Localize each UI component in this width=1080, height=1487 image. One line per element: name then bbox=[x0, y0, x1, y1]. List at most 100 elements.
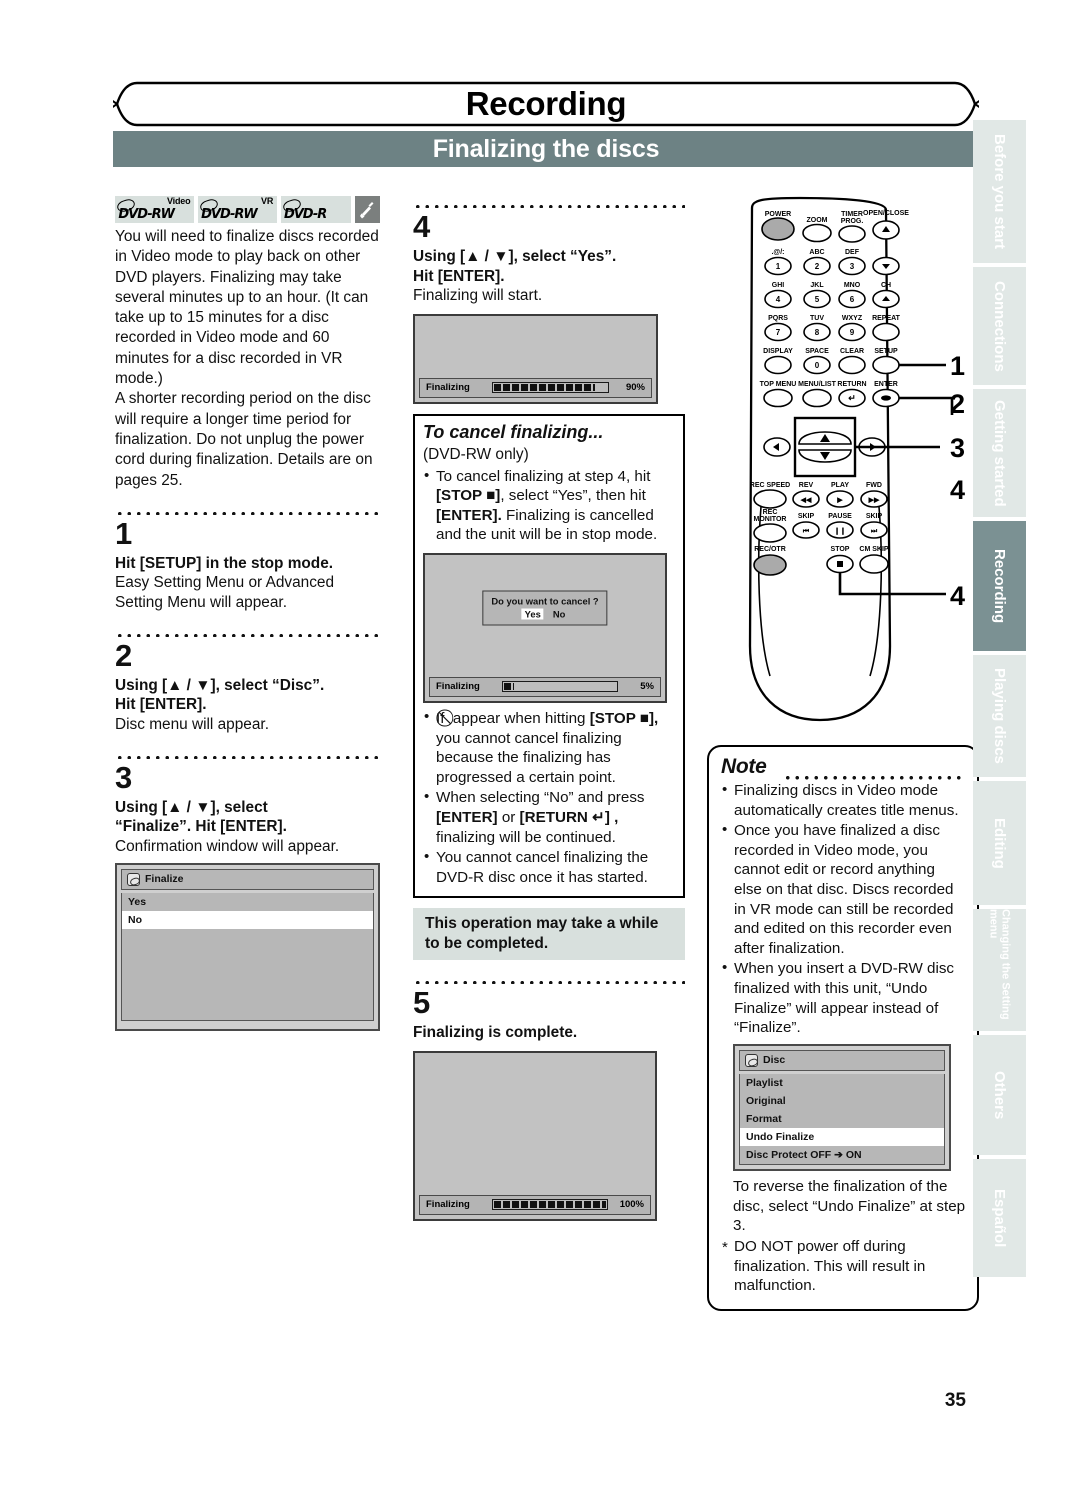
svg-text:ABC: ABC bbox=[809, 249, 824, 256]
svg-text:REC: REC bbox=[763, 509, 778, 516]
disc-menu-list: Playlist Original Format Undo Finalize D… bbox=[739, 1073, 945, 1165]
side-tab-others[interactable]: Others bbox=[973, 1035, 1026, 1155]
step-divider bbox=[115, 626, 380, 637]
dialog-no-option[interactable]: No bbox=[550, 608, 569, 619]
disc-menu-item-format[interactable]: Format bbox=[740, 1110, 944, 1128]
step-4-heading-a: Using [▲ / ▼], select “Yes”. bbox=[413, 248, 617, 265]
svg-text:FWD: FWD bbox=[866, 482, 882, 489]
osd-status-bar: Finalizing 100% bbox=[419, 1194, 651, 1215]
svg-text:3: 3 bbox=[850, 262, 855, 271]
return-key-label: [RETURN ↵] , bbox=[519, 808, 619, 826]
svg-text:9: 9 bbox=[850, 328, 855, 337]
svg-text:SKIP: SKIP bbox=[866, 513, 883, 520]
step-2-heading-b: Hit [ENTER]. bbox=[115, 696, 207, 714]
note-title: Note bbox=[721, 755, 767, 778]
note-bullet-4: DO NOT power off during finalization. Th… bbox=[721, 1237, 967, 1296]
svg-text:TUV: TUV bbox=[810, 315, 824, 322]
callout-4a: 4 bbox=[950, 475, 965, 505]
disc-menu-item-playlist[interactable]: Playlist bbox=[740, 1074, 944, 1092]
note-bullet-list: Finalizing discs in Video mode automatic… bbox=[721, 780, 967, 1038]
remote-control-svg: POWER ZOOM TIMERPROG. OPEN/CLOSE .@/: 1 … bbox=[748, 196, 965, 722]
bullet-1-part-c: , select “Yes”, then hit bbox=[500, 487, 646, 505]
cancel-bullet-4: You cannot cancel finalizing the DVD-R d… bbox=[423, 847, 675, 887]
side-tab-changing-setting-menu[interactable]: Changing the Setting menu bbox=[973, 909, 1026, 1031]
progress-track bbox=[502, 681, 618, 693]
note-bullet-list-star: DO NOT power off during finalization. Th… bbox=[721, 1237, 967, 1296]
side-tab-getting-started[interactable]: Getting started bbox=[973, 389, 1026, 517]
bullet-2-part-b: appear when hitting bbox=[448, 709, 590, 727]
progress-fill bbox=[494, 1201, 606, 1209]
callout-1: 1 bbox=[950, 351, 965, 381]
step-2-sub: Disc menu will appear. bbox=[115, 715, 269, 733]
cancel-box-subtitle: (DVD-RW only) bbox=[423, 445, 529, 463]
manual-page: Recording Finalizing the discs Video DVD… bbox=[0, 0, 1080, 1487]
dialog-options: Yes No bbox=[491, 608, 598, 620]
badge-mode-label: VR bbox=[261, 196, 274, 206]
osd-cancel-dialog: Do you want to cancel ? Yes No Finalizing… bbox=[423, 552, 667, 703]
finalize-menu-mock: Finalize Yes No bbox=[115, 862, 380, 1031]
svg-text:WXYZ: WXYZ bbox=[842, 315, 863, 322]
callout-3: 3 bbox=[950, 433, 965, 463]
svg-text:▶▶: ▶▶ bbox=[868, 497, 880, 504]
osd-status-label: Finalizing bbox=[426, 382, 470, 394]
badge-dvd-r: DVD-R bbox=[280, 196, 352, 223]
intro-text: You will need to finalize discs recorded… bbox=[115, 227, 380, 491]
dialog-yes-option[interactable]: Yes bbox=[521, 608, 544, 620]
svg-text:DEF: DEF bbox=[845, 249, 860, 256]
disc-format-badges: Video DVD-RW VR DVD-RW DVD-R bbox=[115, 196, 380, 223]
note-dots bbox=[783, 770, 965, 780]
step-1-heading: Hit [SETUP] in the stop mode. bbox=[115, 554, 334, 572]
section-title: Finalizing the discs bbox=[432, 134, 660, 163]
svg-text:MONITOR: MONITOR bbox=[754, 516, 787, 523]
note-bullet-1: Finalizing discs in Video mode automatic… bbox=[721, 780, 967, 820]
side-tab-connections[interactable]: Connections bbox=[973, 267, 1026, 385]
step-3-number: 3 bbox=[115, 759, 133, 795]
osd-status-label: Finalizing bbox=[436, 681, 480, 693]
svg-text:⏭: ⏭ bbox=[871, 528, 878, 535]
section-title-bar: Finalizing the discs bbox=[113, 131, 979, 167]
osd-status-bar: Finalizing 90% bbox=[419, 377, 652, 398]
callout-2: 2 bbox=[950, 389, 965, 419]
side-tab-espanol[interactable]: Español bbox=[973, 1159, 1026, 1277]
side-tab-recording[interactable]: Recording bbox=[973, 521, 1026, 651]
svg-text:SETUP: SETUP bbox=[874, 348, 898, 355]
step-3-sub: Confirmation window will appear. bbox=[115, 837, 340, 855]
callout-4b: 4 bbox=[950, 581, 965, 611]
side-tab-before-you-start[interactable]: Before you start bbox=[973, 120, 1026, 263]
svg-text:MNO: MNO bbox=[844, 282, 861, 289]
step-divider bbox=[413, 974, 685, 985]
svg-text:JKL: JKL bbox=[810, 282, 824, 289]
progress-percent: 100% bbox=[619, 1199, 644, 1211]
finalize-menu-title: Finalize bbox=[145, 873, 184, 886]
step-4-sub: Finalizing will start. bbox=[413, 287, 543, 304]
menu-item-no[interactable]: No bbox=[122, 910, 373, 929]
svg-text:GHI: GHI bbox=[772, 282, 785, 289]
bullet-1-part-a: To cancel finalizing at step 4, hit bbox=[436, 467, 651, 485]
intro-paragraph-1: You will need to finalize discs recorded… bbox=[115, 228, 379, 388]
menu-item-yes[interactable]: Yes bbox=[122, 893, 373, 911]
progress-percent: 90% bbox=[625, 382, 645, 394]
chapter-banner: Recording bbox=[113, 80, 979, 128]
disc-icon bbox=[127, 872, 140, 886]
svg-text:ZOOM: ZOOM bbox=[807, 217, 828, 224]
progress-fill bbox=[504, 683, 515, 691]
side-tab-playing-discs[interactable]: Playing discs bbox=[973, 655, 1026, 777]
svg-text:REPEAT: REPEAT bbox=[872, 315, 901, 322]
svg-text:4: 4 bbox=[776, 295, 781, 304]
disc-menu-titlebar: Disc bbox=[739, 1049, 945, 1071]
badge-format-label: DVD-RW bbox=[118, 207, 175, 222]
step-divider bbox=[115, 748, 380, 759]
middle-column: 4 Using [▲ / ▼], select “Yes”. Hit [ENTE… bbox=[413, 196, 685, 1221]
step-3-heading-a: Using [▲ / ▼], select bbox=[115, 798, 268, 816]
svg-text:PLAY: PLAY bbox=[831, 482, 849, 489]
svg-text:TIMER: TIMER bbox=[841, 211, 863, 218]
svg-text:8: 8 bbox=[815, 328, 820, 337]
disc-menu-item-disc-protect[interactable]: Disc Protect OFF ➔ ON bbox=[740, 1146, 944, 1164]
disc-menu-item-undo-finalize[interactable]: Undo Finalize bbox=[740, 1127, 944, 1146]
disc-menu-title: Disc bbox=[763, 1054, 786, 1067]
disc-menu-mock: Disc Playlist Original Format Undo Final… bbox=[733, 1043, 951, 1171]
disc-menu-item-original[interactable]: Original bbox=[740, 1092, 944, 1110]
progress-track bbox=[492, 1199, 608, 1211]
side-tab-editing[interactable]: Editing bbox=[973, 781, 1026, 905]
svg-text:PQRS: PQRS bbox=[768, 315, 788, 322]
